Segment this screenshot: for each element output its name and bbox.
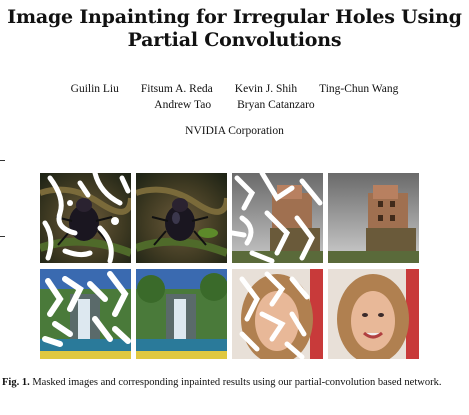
author-list: Guilin Liu Fitsum A. Reda Kevin J. Shih …	[0, 81, 469, 113]
author-name: Andrew Tao	[154, 99, 212, 111]
title-line-1: Image Inpainting for Irregular Holes Usi…	[7, 6, 462, 28]
author-name: Bryan Catanzaro	[237, 99, 315, 111]
author-name: Ting-Chun Wang	[319, 83, 399, 95]
paper-title: Image Inpainting for Irregular Holes Usi…	[0, 6, 469, 52]
waterfall-inpainted-image	[136, 269, 227, 359]
author-name: Fitsum A. Reda	[140, 83, 213, 95]
figure-image-grid	[40, 173, 420, 363]
waterfall-masked-image	[40, 269, 131, 359]
caption-text: Masked images and corresponding inpainte…	[32, 377, 442, 388]
beetle-inpainted-image	[136, 173, 227, 263]
portrait-inpainted-image	[328, 269, 419, 359]
figure-caption: Fig. 1. Masked images and corresponding …	[2, 376, 464, 390]
author-name: Kevin J. Shih	[234, 83, 298, 95]
author-name: Guilin Liu	[70, 83, 119, 95]
margin-tick	[0, 160, 5, 161]
cliff-houses-masked-image	[232, 173, 323, 263]
cliff-houses-inpainted-image	[328, 173, 419, 263]
affiliation: NVIDIA Corporation	[185, 125, 284, 137]
caption-label: Fig. 1.	[2, 377, 30, 388]
margin-tick	[0, 236, 5, 237]
title-line-2: Partial Convolutions	[127, 29, 342, 51]
beetle-masked-image	[40, 173, 131, 263]
portrait-masked-image	[232, 269, 323, 359]
